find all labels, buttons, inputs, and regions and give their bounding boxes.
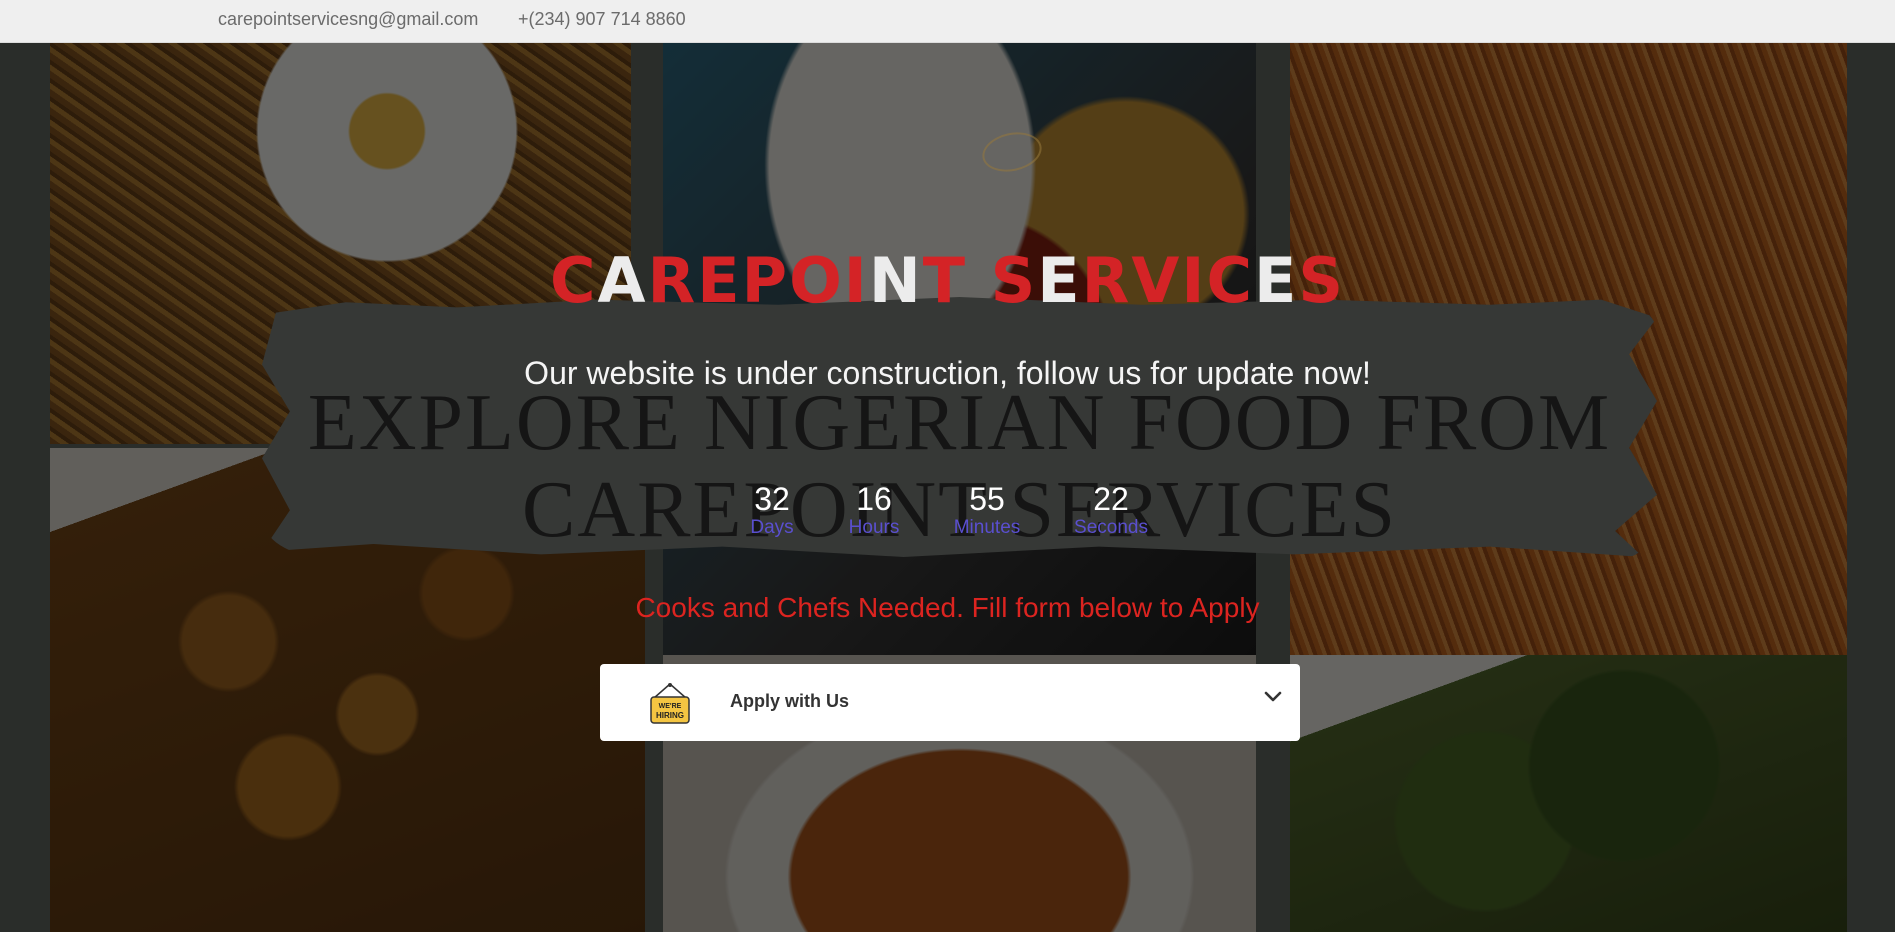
top-bar: carepointservicesng@gmail.com +(234) 907… xyxy=(0,0,1895,43)
chevron-down-icon[interactable] xyxy=(1262,686,1284,708)
background-heading-line1: EXPLORE NIGERIAN FOOD FROM xyxy=(307,379,1612,467)
site-title-letter: E xyxy=(1037,244,1082,317)
site-title-letter: C xyxy=(550,244,598,317)
site-title-letter: I xyxy=(843,244,869,317)
countdown-minutes-label: Minutes xyxy=(953,517,1021,538)
countdown-minutes-value: 55 xyxy=(969,481,1005,517)
site-title-letter: E xyxy=(1253,244,1299,317)
site-title-letter: O xyxy=(789,244,844,317)
hiring-notice: Cooks and Chefs Needed. Fill form below … xyxy=(635,592,1260,623)
countdown-hours-value: 16 xyxy=(856,481,892,517)
contact-email[interactable]: carepointservicesng@gmail.com xyxy=(218,9,478,30)
countdown-hours-label: Hours xyxy=(848,517,900,538)
site-title-letter xyxy=(967,244,991,317)
hiring-sign-text-line2: HIRING xyxy=(656,711,684,720)
site-title-letter: R xyxy=(1081,244,1132,317)
contact-phone[interactable]: +(234) 907 714 8860 xyxy=(518,9,686,30)
countdown-days-label: Days xyxy=(750,517,794,538)
countdown-seconds: 22 Seconds xyxy=(1056,482,1166,540)
countdown-days: 32 Days xyxy=(717,482,827,540)
countdown-hours: 16 Hours xyxy=(819,482,929,540)
site-title-letter: A xyxy=(597,244,648,317)
site-title: CAREPOINT SERVICES xyxy=(0,250,1895,312)
countdown-seconds-label: Seconds xyxy=(1074,517,1148,538)
site-title-letter: P xyxy=(741,244,790,317)
apply-accordion[interactable]: WE'RE HIRING Apply with Us xyxy=(600,664,1300,741)
site-title-letter: T xyxy=(922,244,968,317)
hiring-sign-icon: WE'RE HIRING xyxy=(650,683,690,724)
countdown-seconds-value: 22 xyxy=(1093,481,1129,517)
site-title-letter: S xyxy=(1298,244,1345,317)
countdown-minutes: 55 Minutes xyxy=(932,482,1042,540)
site-title-letter: C xyxy=(1206,244,1254,317)
site-title-letter: S xyxy=(990,244,1038,317)
site-title-letter: V xyxy=(1131,244,1182,317)
site-title-letter: N xyxy=(868,244,923,317)
apply-with-us-label[interactable]: Apply with Us xyxy=(730,691,849,712)
construction-subtitle: Our website is under construction, follo… xyxy=(524,355,1371,391)
countdown-days-value: 32 xyxy=(754,481,790,517)
site-title-letter: E xyxy=(697,244,742,317)
site-title-letter: I xyxy=(1181,244,1207,317)
hiring-sign-text-line1: WE'RE xyxy=(659,703,682,710)
site-title-letter: R xyxy=(647,244,698,317)
food-image-vegetable-soup xyxy=(1290,655,1847,932)
